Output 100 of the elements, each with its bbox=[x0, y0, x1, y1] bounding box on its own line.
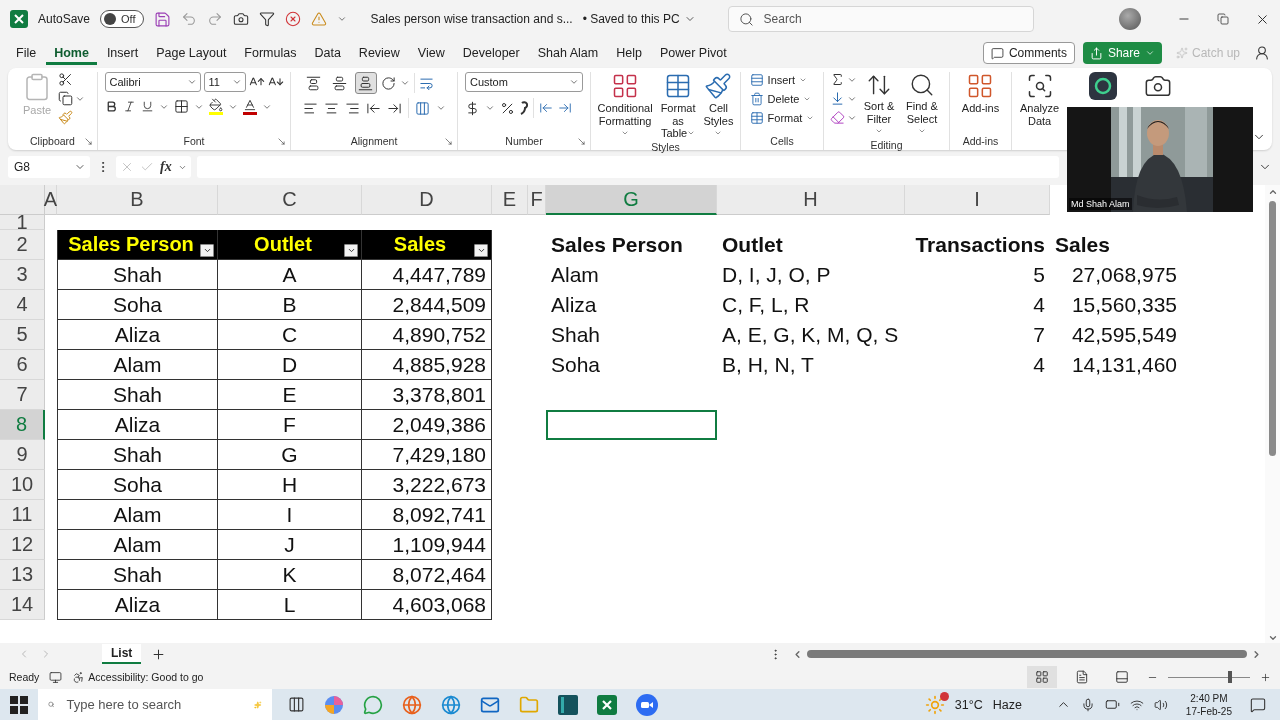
add-ins-button[interactable]: Add-ins bbox=[959, 72, 1002, 115]
format-as-table-button[interactable]: Format as Table bbox=[658, 72, 698, 140]
menu-tab[interactable]: Page Layout bbox=[148, 41, 235, 65]
trash-icon[interactable] bbox=[749, 92, 764, 106]
autosave-toggle[interactable]: Off bbox=[100, 10, 144, 28]
menu-tab[interactable]: Data bbox=[306, 41, 349, 65]
sun-icon[interactable] bbox=[924, 694, 945, 715]
accessibility-status[interactable]: Accessibility: Good to go bbox=[88, 671, 204, 683]
caret-icon[interactable] bbox=[799, 76, 808, 84]
selected-cell[interactable] bbox=[546, 410, 717, 440]
number-format-select[interactable]: Custom bbox=[465, 72, 583, 92]
menu-tab[interactable]: View bbox=[409, 41, 453, 65]
percent-icon[interactable] bbox=[500, 100, 515, 116]
decrease-decimal-icon[interactable] bbox=[539, 101, 553, 115]
scissors-icon[interactable] bbox=[58, 72, 73, 87]
search-input[interactable]: Search bbox=[761, 11, 1023, 27]
speaker-icon[interactable] bbox=[1153, 697, 1168, 712]
normal-view-button[interactable] bbox=[1027, 666, 1057, 688]
row-header[interactable]: 1 bbox=[0, 215, 45, 230]
comment-icon[interactable] bbox=[990, 46, 1004, 60]
column-header[interactable]: C bbox=[218, 185, 362, 215]
avatar[interactable] bbox=[1119, 8, 1141, 30]
app-icon[interactable] bbox=[1088, 72, 1117, 100]
menu-tab[interactable]: Home bbox=[46, 41, 97, 65]
conditional-formatting-button[interactable]: Conditional Formatting bbox=[595, 72, 655, 140]
taskbar-search-input[interactable]: Type here to search bbox=[64, 696, 245, 713]
align-left-icon[interactable] bbox=[302, 100, 318, 116]
page-icon[interactable] bbox=[1075, 670, 1089, 684]
search-icon[interactable] bbox=[738, 11, 754, 27]
insert-rows-icon[interactable] bbox=[749, 73, 764, 87]
restore-icon[interactable] bbox=[1217, 13, 1229, 25]
fill-color-icon[interactable] bbox=[208, 98, 223, 115]
name-box[interactable]: G8 bbox=[8, 156, 90, 178]
delete-button[interactable]: Delete bbox=[747, 91, 817, 107]
sort-filter-button[interactable]: Sort & Filter bbox=[861, 72, 897, 138]
dialog-launcher-icon[interactable] bbox=[277, 137, 286, 146]
windows-logo-icon[interactable] bbox=[10, 695, 28, 714]
row-header[interactable]: 13 bbox=[0, 560, 45, 590]
analyze-data-button[interactable]: Analyze Data bbox=[1018, 72, 1062, 128]
align-right-icon[interactable] bbox=[344, 100, 360, 116]
microphone-icon[interactable] bbox=[1080, 697, 1095, 712]
row-header[interactable]: 4 bbox=[0, 290, 45, 320]
row-header[interactable]: 14 bbox=[0, 590, 45, 620]
row-header[interactable]: 7 bbox=[0, 380, 45, 410]
find-select-button[interactable]: Find & Select bbox=[901, 72, 943, 138]
zoom-thumb[interactable] bbox=[1227, 671, 1232, 683]
caret-icon[interactable] bbox=[231, 77, 242, 87]
orb-icon[interactable] bbox=[324, 694, 344, 715]
error-circle-icon[interactable] bbox=[284, 11, 301, 27]
video-camera-icon[interactable] bbox=[636, 693, 658, 716]
fill-down-icon[interactable] bbox=[830, 91, 845, 106]
row-header[interactable]: 5 bbox=[0, 320, 45, 350]
currency-icon[interactable] bbox=[465, 100, 480, 116]
globe-icon[interactable] bbox=[402, 694, 422, 715]
column-header[interactable]: E bbox=[492, 185, 528, 215]
borders-icon[interactable] bbox=[173, 99, 189, 114]
menu-tab[interactable]: Insert bbox=[98, 41, 147, 65]
chat-bubble-icon[interactable] bbox=[363, 694, 383, 715]
caret-icon[interactable] bbox=[485, 103, 495, 113]
notification-icon[interactable] bbox=[1250, 696, 1266, 713]
search-box[interactable]: Search bbox=[727, 6, 1034, 32]
align-center-icon[interactable] bbox=[323, 100, 339, 116]
dialog-launcher-icon[interactable] bbox=[577, 137, 586, 146]
column-header[interactable]: B bbox=[57, 185, 218, 215]
insert-button[interactable]: Insert bbox=[747, 72, 817, 88]
caret-icon[interactable] bbox=[399, 78, 410, 88]
wrap-text-icon[interactable] bbox=[418, 75, 434, 91]
menu-tab[interactable]: Help bbox=[608, 41, 650, 65]
zoom-in-icon[interactable] bbox=[1260, 671, 1271, 683]
row-header[interactable]: 8 bbox=[0, 410, 45, 440]
spreadsheet-icon[interactable] bbox=[597, 694, 617, 715]
paintbrush-icon[interactable] bbox=[704, 72, 733, 100]
row-header[interactable]: 10 bbox=[0, 470, 45, 500]
row-header[interactable]: 9 bbox=[0, 440, 45, 470]
menu-tab[interactable]: Formulas bbox=[236, 41, 305, 65]
menu-tab[interactable]: Shah Alam bbox=[529, 41, 607, 65]
font-name-select[interactable]: Calibri bbox=[104, 72, 201, 92]
font-color-icon[interactable] bbox=[242, 98, 257, 115]
format-button[interactable]: Format bbox=[747, 110, 817, 126]
task-view-icon[interactable] bbox=[288, 696, 305, 713]
column-header[interactable]: F bbox=[528, 185, 546, 215]
row-header[interactable]: 3 bbox=[0, 260, 45, 290]
orientation-icon[interactable] bbox=[380, 75, 396, 91]
search-icon[interactable] bbox=[909, 72, 935, 98]
menu-tab[interactable]: Power Pivot bbox=[651, 41, 735, 65]
taskbar-search-box[interactable]: Type here to search bbox=[38, 689, 272, 720]
dialog-launcher-icon[interactable] bbox=[444, 137, 453, 146]
table-icon[interactable] bbox=[749, 111, 764, 125]
caret-icon[interactable] bbox=[186, 77, 197, 87]
scrollbar-thumb[interactable] bbox=[807, 650, 1247, 658]
paintbrush-icon[interactable] bbox=[58, 110, 73, 125]
app-tile-icon[interactable] bbox=[558, 694, 578, 715]
underline-icon[interactable] bbox=[140, 100, 154, 113]
scrollbar-thumb[interactable] bbox=[1269, 201, 1276, 456]
column-header[interactable]: I bbox=[905, 185, 1050, 215]
battery-icon[interactable] bbox=[1104, 697, 1120, 712]
add-sheet-icon[interactable] bbox=[151, 646, 167, 662]
share-button[interactable]: Share bbox=[1082, 42, 1162, 64]
column-header[interactable]: A bbox=[45, 185, 57, 215]
row-header[interactable]: 12 bbox=[0, 530, 45, 560]
